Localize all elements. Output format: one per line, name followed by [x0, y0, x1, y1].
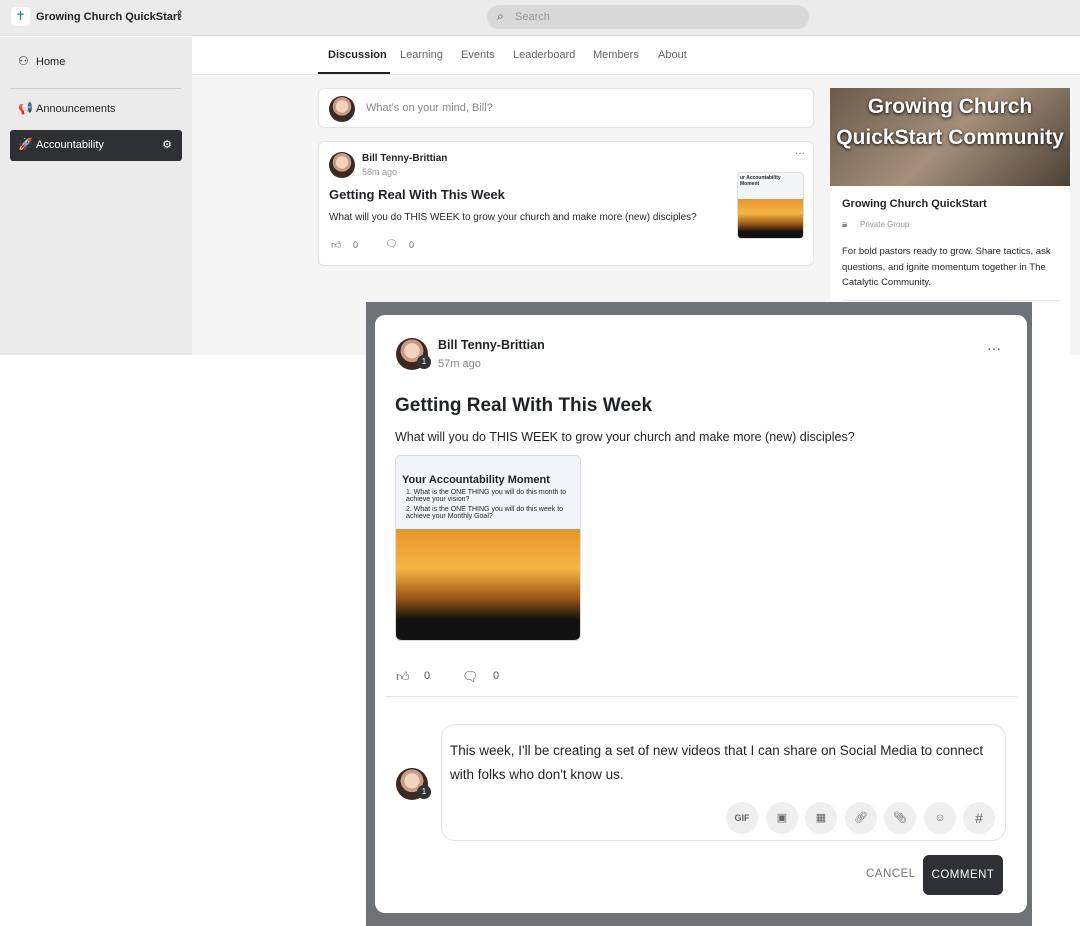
post-title: Getting Real With This Week: [395, 395, 653, 416]
like-icon[interactable]: 👍︎: [396, 669, 410, 685]
gear-icon[interactable]: ⚙: [162, 138, 172, 151]
comment-button[interactable]: COMMENT: [923, 855, 1003, 895]
like-icon[interactable]: 👍︎: [331, 239, 341, 251]
like-count: 0: [353, 240, 359, 250]
avatar: [329, 96, 355, 122]
thumbnail-title: ur Accountability Moment: [738, 173, 803, 199]
top-bar: ✝ Growing Church QuickStart ⇕ ⌕ Search: [0, 0, 1080, 36]
post-title[interactable]: Getting Real With This Week: [329, 187, 505, 202]
image-question-1: 1. What is the ONE THING you will do thi…: [406, 489, 567, 503]
active-tab-indicator: [318, 72, 390, 74]
post-image[interactable]: Your Accountability Moment 1. What is th…: [395, 455, 581, 641]
comment-icon[interactable]: 🗨︎: [385, 239, 398, 250]
more-icon[interactable]: ···: [795, 148, 805, 159]
avatar: [329, 152, 355, 178]
sidebar-item-accountability[interactable]: 🚀 Accountability ⚙: [10, 130, 182, 161]
sunset-image: [738, 199, 803, 238]
tab-members[interactable]: Members: [593, 49, 639, 61]
post-body: What will you do THIS WEEK to grow your …: [329, 212, 697, 223]
cancel-button[interactable]: CANCEL: [866, 868, 916, 880]
tab-events[interactable]: Events: [461, 49, 495, 61]
sidebar: ⚇ Home 📢 Announcements 🚀 Accountability ⚙: [0, 37, 192, 355]
divider: [10, 88, 181, 89]
sunset-image: [396, 529, 580, 640]
sidebar-item-home[interactable]: ⚇ Home: [10, 47, 182, 78]
post-body: What will you do THIS WEEK to grow your …: [395, 430, 855, 444]
tab-learning[interactable]: Learning: [400, 49, 443, 61]
more-icon[interactable]: ···: [987, 340, 1001, 356]
rocket-icon: 🚀: [18, 137, 33, 151]
lock-icon: 🔒︎: [842, 219, 848, 230]
sidebar-item-label: Announcements: [36, 103, 116, 115]
post-time: 58m ago: [362, 167, 398, 177]
gif-button[interactable]: GIF: [726, 802, 758, 834]
tab-leaderboard[interactable]: Leaderboard: [513, 49, 575, 61]
link-icon[interactable]: 🔗︎: [845, 802, 877, 834]
comment-count: 0: [409, 240, 415, 250]
search-placeholder: Search: [515, 11, 550, 23]
sidebar-item-announcements[interactable]: 📢 Announcements: [10, 94, 182, 125]
tab-discussion[interactable]: Discussion: [328, 49, 387, 61]
post-author[interactable]: Bill Tenny-Brittian: [438, 338, 545, 352]
post-time: 57m ago: [438, 358, 481, 370]
group-description: For bold pastors ready to grow. Share ta…: [842, 246, 1051, 288]
search-input[interactable]: ⌕ Search: [487, 5, 809, 29]
tab-about[interactable]: About: [658, 49, 687, 61]
emoji-icon[interactable]: ☺: [924, 802, 956, 834]
post-composer[interactable]: What's on your mind, Bill?: [318, 88, 814, 128]
composer-placeholder: What's on your mind, Bill?: [366, 102, 493, 114]
group-privacy: Private Group: [860, 220, 910, 229]
divider: [842, 300, 1060, 301]
sidebar-item-label: Home: [36, 56, 66, 68]
image-question-2: 2. What is the ONE THING you will do thi…: [406, 506, 564, 520]
group-name: Growing Church QuickStart: [842, 198, 987, 210]
post-author[interactable]: Bill Tenny-Brittian: [362, 153, 447, 164]
table-icon[interactable]: ▦: [805, 802, 837, 834]
image-icon[interactable]: ▣: [766, 802, 798, 834]
comment-input[interactable]: This week, I'll be creating a set of new…: [441, 724, 1006, 841]
comment-icon[interactable]: 🗨︎: [462, 669, 479, 685]
like-count: 0: [424, 670, 431, 682]
level-badge: 1: [417, 785, 431, 799]
hashtag-button[interactable]: #: [963, 802, 995, 834]
users-icon: ⚇: [18, 54, 29, 68]
level-badge: 1: [417, 355, 431, 369]
post-card[interactable]: Bill Tenny-Brittian 58m ago ··· Getting …: [318, 141, 814, 266]
attachment-icon[interactable]: 📎︎: [884, 802, 916, 834]
comment-count: 0: [493, 670, 500, 682]
group-logo[interactable]: ✝: [11, 7, 30, 26]
post-thumbnail[interactable]: ur Accountability Moment: [737, 172, 804, 239]
app-title: Growing Church QuickStart: [36, 11, 181, 23]
tab-bar: Discussion Learning Events Leaderboard M…: [192, 37, 1080, 75]
group-banner: Growing Church QuickStart Community: [830, 88, 1070, 186]
comment-text[interactable]: This week, I'll be creating a set of new…: [450, 739, 990, 787]
sidebar-item-label: Accountability: [36, 139, 104, 151]
image-title: Your Accountability Moment: [402, 474, 550, 486]
search-icon: ⌕: [497, 9, 504, 23]
divider: [385, 696, 1017, 697]
chevron-up-down-icon[interactable]: ⇕: [175, 8, 184, 21]
megaphone-icon: 📢: [18, 101, 33, 115]
